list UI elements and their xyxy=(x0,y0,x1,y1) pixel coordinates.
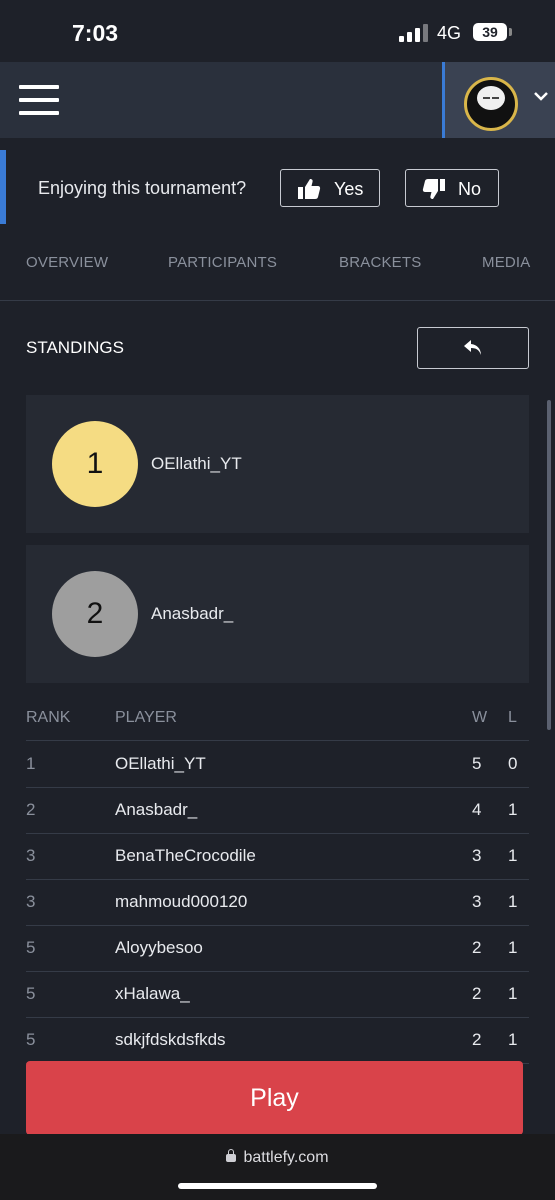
row-player: sdkjfdskdsfkds xyxy=(115,1030,226,1049)
feedback-question: Enjoying this tournament? xyxy=(38,178,247,198)
row-player: Aloyybesoo xyxy=(115,938,203,957)
battery-tip xyxy=(509,28,512,36)
table-row[interactable]: 5 xHalawa_ 2 1 xyxy=(26,971,529,1018)
row-wins: 3 xyxy=(472,892,482,911)
home-indicator[interactable] xyxy=(178,1183,377,1189)
row-wins: 5 xyxy=(472,754,482,773)
row-rank: 3 xyxy=(26,892,36,911)
yes-label: Yes xyxy=(334,179,364,199)
play-button[interactable]: Play xyxy=(26,1061,523,1135)
row-rank: 5 xyxy=(26,938,36,957)
url-text: battlefy.com xyxy=(243,1149,329,1166)
row-rank: 3 xyxy=(26,846,36,865)
col-player: PLAYER xyxy=(115,709,177,726)
podium-player-name: Anasbadr_ xyxy=(151,604,234,623)
row-losses: 1 xyxy=(508,984,518,1003)
no-label: No xyxy=(458,179,482,199)
top-navbar xyxy=(0,62,555,138)
table-row[interactable]: 3 BenaTheCrocodile 3 1 xyxy=(26,833,529,880)
no-button[interactable]: No xyxy=(405,169,499,207)
tournament-title-clipped xyxy=(0,138,555,154)
row-wins: 2 xyxy=(472,1030,482,1049)
table-row[interactable]: 5 Aloyybesoo 2 1 xyxy=(26,925,529,972)
row-rank: 1 xyxy=(26,754,36,773)
tab-participants[interactable]: PARTICIPANTS xyxy=(168,254,277,271)
status-time: 7:03 xyxy=(72,20,119,46)
row-player: mahmoud000120 xyxy=(115,892,248,911)
thumbs-down-icon xyxy=(422,179,445,199)
podium-player-name: OEllathi_YT xyxy=(151,454,242,473)
back-button[interactable] xyxy=(417,327,529,369)
lock-icon xyxy=(226,1149,237,1162)
row-player: Anasbadr_ xyxy=(115,800,198,819)
standings-title: STANDINGS xyxy=(26,338,124,357)
table-row[interactable]: 1 OEllathi_YT 5 0 xyxy=(26,741,529,788)
col-rank: RANK xyxy=(26,709,71,726)
hamburger-icon[interactable] xyxy=(19,85,59,115)
tab-media[interactable]: MEDIA xyxy=(482,254,531,271)
page-scrollbar[interactable] xyxy=(547,400,551,730)
address-field[interactable]: battlefy.com xyxy=(0,1149,555,1167)
reply-arrow-icon xyxy=(464,340,481,355)
row-wins: 2 xyxy=(472,938,482,957)
row-losses: 1 xyxy=(508,846,518,865)
signal-icon xyxy=(399,24,429,42)
row-losses: 1 xyxy=(508,938,518,957)
row-losses: 1 xyxy=(508,800,518,819)
tab-brackets[interactable]: BRACKETS xyxy=(339,254,421,271)
row-losses: 1 xyxy=(508,892,518,911)
row-wins: 2 xyxy=(472,984,482,1003)
avatar[interactable] xyxy=(464,77,518,131)
table-row[interactable]: 2 Anasbadr_ 4 1 xyxy=(26,787,529,834)
row-player: xHalawa_ xyxy=(115,984,190,1003)
feedback-accent-bar xyxy=(0,150,6,224)
row-losses: 1 xyxy=(508,1030,518,1049)
row-player: OEllathi_YT xyxy=(115,754,206,773)
podium-card-second[interactable]: 2 Anasbadr_ xyxy=(26,545,529,683)
network-type: 4G xyxy=(437,23,462,43)
podium-card-first[interactable]: 1 OEllathi_YT xyxy=(26,395,529,533)
row-player: BenaTheCrocodile xyxy=(115,846,256,865)
row-rank: 5 xyxy=(26,1030,36,1049)
row-losses: 0 xyxy=(508,754,518,773)
row-rank: 2 xyxy=(26,800,36,819)
col-wins: W xyxy=(472,709,488,726)
tournament-tabs: OVERVIEW PARTICIPANTS BRACKETS MEDIA xyxy=(0,240,555,301)
standings-table-header: RANK PLAYER W L xyxy=(26,700,529,741)
yes-button[interactable]: Yes xyxy=(280,169,380,207)
battery-icon: 39 xyxy=(473,23,507,41)
rank-badge-second: 2 xyxy=(52,571,138,657)
table-row[interactable]: 3 mahmoud000120 3 1 xyxy=(26,879,529,926)
status-bar: 7:03 4G 39 xyxy=(0,0,555,62)
tab-overview[interactable]: OVERVIEW xyxy=(26,254,108,271)
row-wins: 3 xyxy=(472,846,482,865)
chevron-down-icon[interactable] xyxy=(533,89,549,107)
rank-badge-first: 1 xyxy=(52,421,138,507)
profile-menu[interactable] xyxy=(442,62,555,138)
thumbs-up-icon xyxy=(298,179,321,199)
col-losses: L xyxy=(508,709,517,726)
row-wins: 4 xyxy=(472,800,482,819)
row-rank: 5 xyxy=(26,984,36,1003)
table-row[interactable]: 5 sdkjfdskdsfkds 2 1 xyxy=(26,1017,529,1064)
